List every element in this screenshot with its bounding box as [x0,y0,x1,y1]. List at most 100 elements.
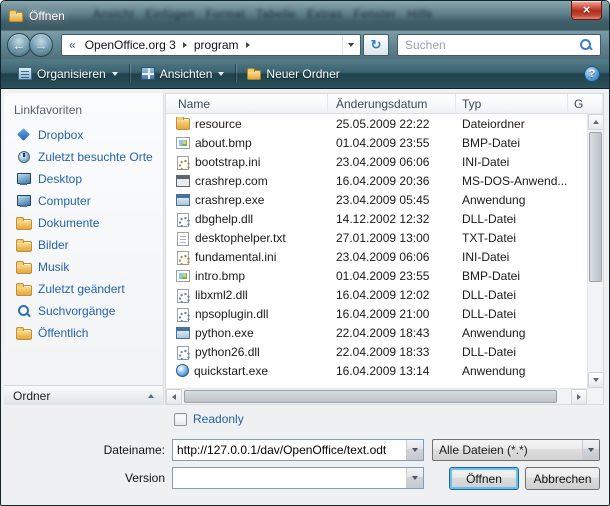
pictures-icon [16,241,32,252]
file-date: 16.04.2009 13:14 [328,364,456,378]
sidebar-item-label: Computer [38,194,91,208]
breadcrumb-segment-openoffice[interactable]: OpenOffice.org 3 [81,38,180,52]
column-header-size[interactable]: G [568,94,603,113]
titlebar[interactable]: Öffnen Ansicht Einfügen Format Tabelle E… [1,1,609,31]
filename-combobox[interactable] [172,439,424,461]
scroll-up-button[interactable] [588,114,604,130]
scroll-left-button[interactable] [166,389,182,405]
sidebar-item-recent-changes[interactable]: Zuletzt geändert [4,278,163,300]
version-dropdown-icon[interactable] [406,468,423,488]
file-name: resource [195,117,242,131]
close-button[interactable] [571,1,602,20]
file-row[interactable]: python.exe 22.04.2009 18:43 Anwendung [166,323,587,342]
background-window-menu-text: Ansicht Einfügen Format Tabelle Extras F… [93,9,433,21]
help-button[interactable]: ? [584,66,600,82]
sidebar-item-recent-places[interactable]: Zuletzt besuchte Orte [4,146,163,168]
breadcrumb-separator-icon[interactable] [243,42,253,48]
public-icon [16,329,32,340]
file-date: 16.04.2009 12:02 [328,288,456,302]
organize-label: Organisieren [37,67,106,81]
app-file-icon [176,194,190,206]
file-date: 22.04.2009 18:43 [328,326,456,340]
horizontal-scroll-thumb[interactable] [184,390,557,403]
music-icon [16,263,32,274]
file-row[interactable]: quickstart.exe 16.04.2009 13:14 Anwendun… [166,361,587,380]
open-button[interactable]: Öffnen [449,467,519,490]
breadcrumb-separator-icon[interactable] [180,42,190,48]
address-dropdown-icon[interactable] [342,35,358,55]
breadcrumb-overflow-chevron-icon[interactable] [64,38,81,52]
sidebar-item-label: Zuletzt geändert [38,282,125,296]
chevron-up-icon [148,394,154,398]
file-type: INI-Datei [456,250,568,264]
column-header-date[interactable]: Änderungsdatum [328,94,456,113]
sidebar-item-pictures[interactable]: Bilder [4,234,163,256]
searches-icon [16,304,32,318]
search-icon[interactable] [580,39,593,52]
sidebar-item-label: Dropbox [38,128,83,142]
filetype-combobox[interactable]: Alle Dateien (*.*) [432,439,600,461]
filetype-dropdown-icon[interactable] [582,440,599,460]
sidebar-item-computer[interactable]: Computer [4,190,163,212]
file-row[interactable]: python26.dll 22.04.2009 18:33 DLL-Datei [166,342,587,361]
file-row[interactable]: fundamental.ini 23.04.2009 06:06 INI-Dat… [166,247,587,266]
version-combobox[interactable] [172,467,424,489]
scroll-down-button[interactable] [588,372,604,388]
sidebar-item-public[interactable]: Öffentlich [4,322,163,344]
file-rows: resource 25.05.2009 22:22 Dateiordner ab… [166,114,587,388]
new-folder-button[interactable]: Neuer Ordner [238,63,348,85]
readonly-checkbox[interactable] [174,413,187,426]
filename-dropdown-icon[interactable] [406,440,423,460]
sidebar-item-label: Desktop [38,172,82,186]
back-button[interactable] [7,33,31,57]
search-box[interactable] [397,34,601,56]
folder-icon [176,118,190,130]
documents-icon [16,219,32,230]
sidebar-item-documents[interactable]: Dokumente [4,212,163,234]
column-header-name[interactable]: Name [166,94,328,113]
folders-bar[interactable]: Ordner [4,385,163,405]
file-row[interactable]: resource 25.05.2009 22:22 Dateiordner [166,114,587,133]
organize-button[interactable]: Organisieren [9,63,127,85]
file-row[interactable]: about.bmp 01.04.2009 23:55 BMP-Datei [166,133,587,152]
file-type: DLL-Datei [456,345,568,359]
sidebar-item-dropbox[interactable]: Dropbox [4,124,163,146]
file-row[interactable]: bootstrap.ini 23.04.2009 06:06 INI-Datei [166,152,587,171]
file-type: BMP-Datei [456,136,568,150]
scroll-right-button[interactable] [571,389,587,405]
file-row[interactable]: desktophelper.txt 27.01.2009 13:00 TXT-D… [166,228,587,247]
filename-input[interactable] [173,443,406,457]
search-input[interactable] [398,38,580,52]
sidebar-item-desktop[interactable]: Desktop [4,168,163,190]
cancel-button[interactable]: Abbrechen [525,467,600,490]
file-row[interactable]: crashrep.com 16.04.2009 20:36 MS-DOS-Anw… [166,171,587,190]
new-folder-label: Neuer Ordner [266,67,339,81]
sidebar-item-label: Musik [38,260,69,274]
refresh-button[interactable] [363,34,389,56]
file-row[interactable]: npsoplugin.dll 16.04.2009 21:00 DLL-Date… [166,304,587,323]
file-type: INI-Datei [456,155,568,169]
forward-button[interactable] [29,33,53,57]
sidebar-item-searches[interactable]: Suchvorgänge [4,300,163,322]
file-name: dbghelp.dll [195,212,253,226]
file-row[interactable]: crashrep.exe 23.04.2009 05:45 Anwendung [166,190,587,209]
column-header-type[interactable]: Typ [456,94,568,113]
horizontal-scrollbar[interactable] [166,388,587,404]
file-date: 25.05.2009 22:22 [328,117,456,131]
file-row[interactable]: libxml2.dll 16.04.2009 12:02 DLL-Datei [166,285,587,304]
file-date: 23.04.2009 06:06 [328,155,456,169]
views-button[interactable]: Ansichten [132,63,234,85]
vertical-scroll-thumb[interactable] [589,132,602,282]
sidebar-item-music[interactable]: Musik [4,256,163,278]
command-toolbar: Organisieren Ansichten Neuer Ordner ? [1,59,609,89]
breadcrumb-segment-program[interactable]: program [190,38,243,52]
breadcrumb[interactable]: OpenOffice.org 3 program [61,34,361,56]
vertical-scrollbar[interactable] [587,114,603,388]
file-row[interactable]: intro.bmp 01.04.2009 23:55 BMP-Datei [166,266,587,285]
file-name: crashrep.exe [195,193,264,207]
file-date: 23.04.2009 05:45 [328,193,456,207]
dialog-client-area: Linkfavoriten Dropbox Zuletzt besuchte O… [2,90,608,504]
file-row[interactable]: dbghelp.dll 14.12.2002 12:32 DLL-Datei [166,209,587,228]
file-type: Anwendung [456,193,568,207]
file-date: 23.04.2009 06:06 [328,250,456,264]
